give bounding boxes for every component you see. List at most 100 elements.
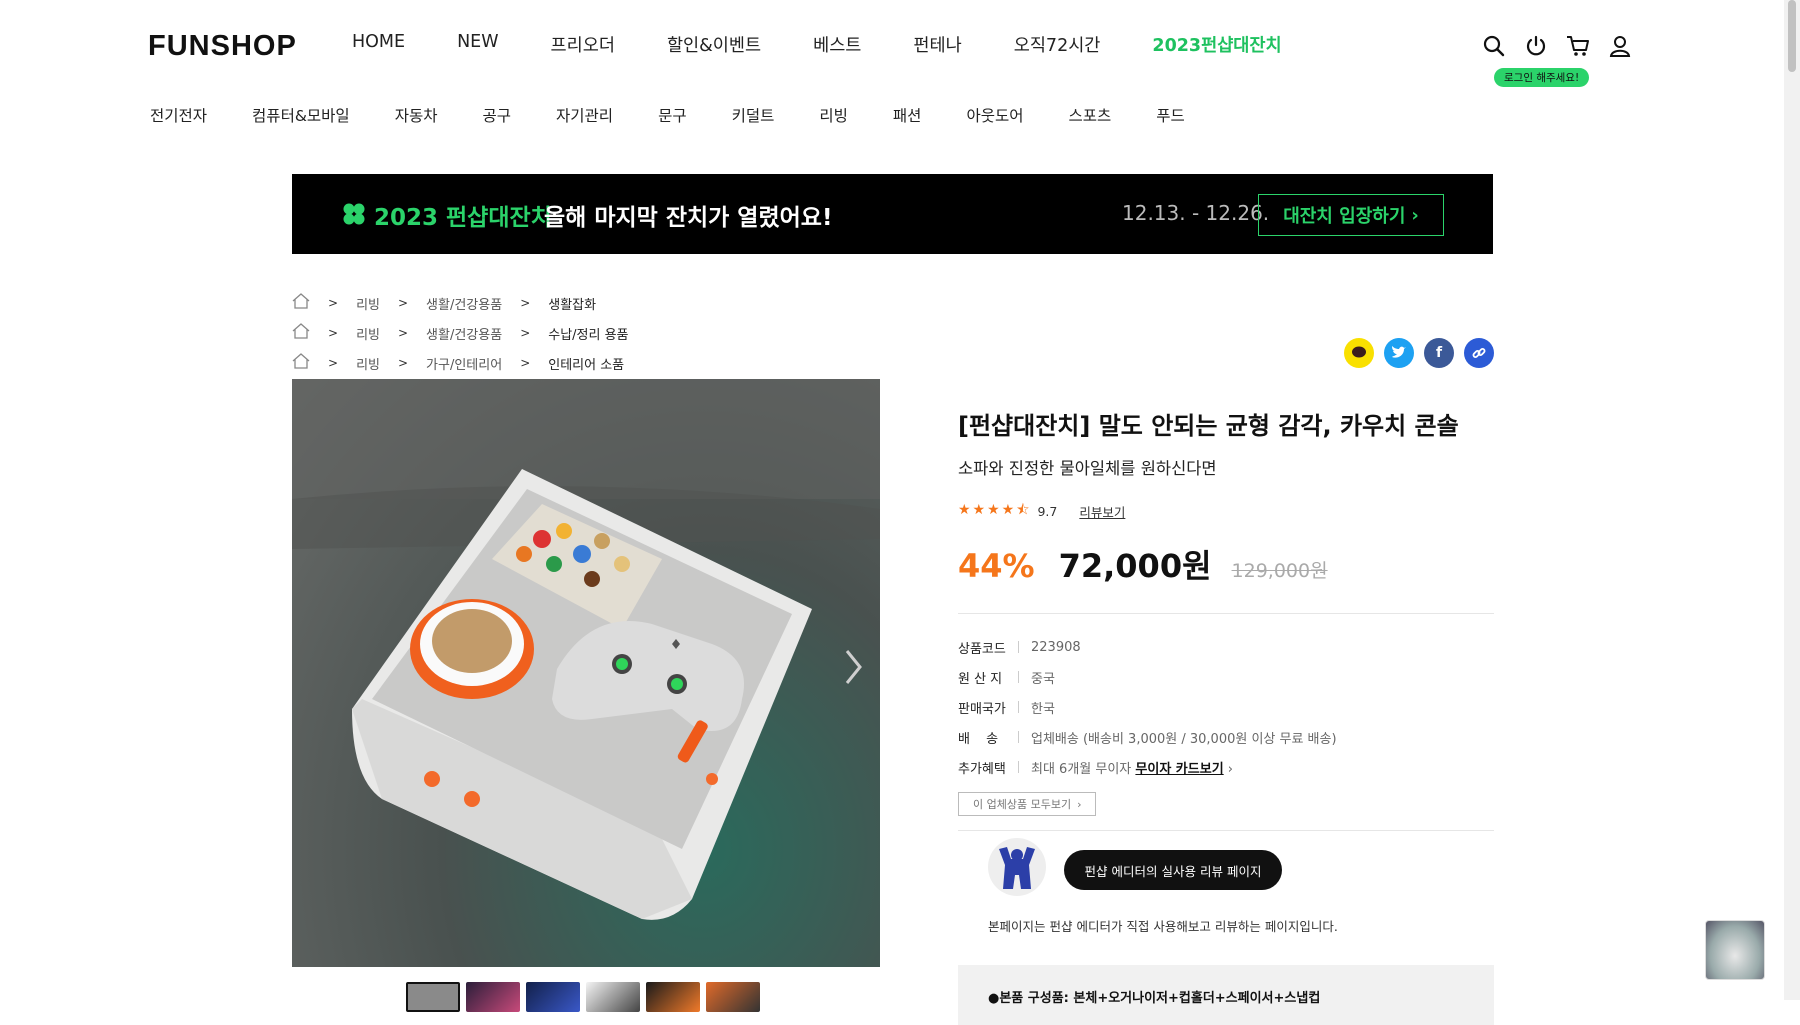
chevron-right-icon: > <box>520 326 531 340</box>
home-icon[interactable] <box>292 293 310 313</box>
login-tooltip[interactable]: 로그인 해주세요! <box>1494 68 1590 87</box>
breadcrumb-item[interactable]: 수납/정리 용품 <box>548 324 628 343</box>
spec-row: 배 송 업체배송 (배송비 3,000원 / 30,000원 이상 무료 배송) <box>958 722 1494 752</box>
vendor-all-products-button[interactable]: 이 업체상품 모두보기 › <box>958 792 1097 816</box>
event-banner[interactable]: 2023 펀샵대잔치 올해 마지막 잔치가 열렸어요! 12.13. - 12.… <box>292 174 1493 254</box>
spec-key: 원 산 지 <box>958 671 1003 687</box>
product-info: [펀샵대잔치] 말도 안되는 균형 감각, 카우치 콘솔 소파와 진정한 물아일… <box>958 406 1494 831</box>
discount-rate: 44% <box>958 547 1035 585</box>
product-main-image[interactable] <box>292 379 880 967</box>
editor-avatar <box>988 838 1046 896</box>
chevron-right-icon: › <box>1077 797 1082 811</box>
thumbnail[interactable] <box>466 982 520 1012</box>
thumbnail[interactable] <box>706 982 760 1012</box>
twitter-share-icon[interactable] <box>1384 338 1414 368</box>
chevron-right-icon: > <box>520 356 531 370</box>
spec-value: 한국 <box>1031 701 1055 717</box>
chevron-right-icon: › <box>1411 204 1419 226</box>
category-fashion[interactable]: 패션 <box>893 104 922 126</box>
logo[interactable]: FUNSHOP <box>148 30 297 63</box>
divider <box>958 613 1494 614</box>
power-icon[interactable] <box>1522 32 1550 60</box>
category-tools[interactable]: 공구 <box>482 104 511 126</box>
category-kidult[interactable]: 키덜트 <box>732 104 775 126</box>
thumbnail[interactable] <box>526 982 580 1012</box>
breadcrumb: > 리빙 > 생활/건강용품 > 생활잡화 <box>292 288 629 318</box>
main-nav: HOME NEW 프리오더 할인&이벤트 베스트 펀테나 오직72시간 2023… <box>352 32 1334 57</box>
product-composition: ●본품 구성품: 본체+오거나이저+컵홀더+스페이서+스냅컵 <box>958 965 1494 1025</box>
breadcrumb-item[interactable]: 리빙 <box>356 354 380 373</box>
price-row: 44% 72,000원 129,000원 <box>958 541 1494 587</box>
thumbnail[interactable] <box>586 982 640 1012</box>
breadcrumb-item[interactable]: 리빙 <box>356 324 380 343</box>
home-icon[interactable] <box>292 353 310 373</box>
sale-price: 72,000원 <box>1058 547 1212 585</box>
breadcrumb-item[interactable]: 생활/건강용품 <box>426 294 502 313</box>
nav-sale-event[interactable]: 할인&이벤트 <box>667 32 761 57</box>
breadcrumb-item[interactable]: 생활잡화 <box>548 294 596 313</box>
header-utilities <box>1480 32 1634 60</box>
banner-subtitle: 올해 마지막 잔치가 열렸어요! <box>544 205 833 231</box>
nav-home[interactable]: HOME <box>352 32 405 57</box>
thumbnail-strip <box>406 982 760 1012</box>
vendor-all-products-label: 이 업체상품 모두보기 <box>973 798 1072 811</box>
recent-viewed-thumbnail[interactable] <box>1705 920 1765 980</box>
editor-review-button[interactable]: 펀샵 에디터의 실사용 리뷰 페이지 <box>1064 850 1282 890</box>
breadcrumb-item[interactable]: 리빙 <box>356 294 380 313</box>
nav-best[interactable]: 베스트 <box>813 32 861 57</box>
spec-key: 판매국가 <box>958 701 1006 717</box>
scrollbar-thumb[interactable] <box>1788 0 1796 72</box>
editor-note: 본페이지는 펀샵 에디터가 직접 사용해보고 리뷰하는 페이지입니다. <box>988 919 1338 934</box>
breadcrumb-item[interactable]: 인테리어 소품 <box>548 354 624 373</box>
spec-key: 추가혜택 <box>958 761 1006 777</box>
link-copy-icon[interactable] <box>1464 338 1494 368</box>
category-living[interactable]: 리빙 <box>819 104 848 126</box>
spec-key: 상품코드 <box>958 641 1006 657</box>
chevron-right-icon: > <box>397 356 409 370</box>
banner-date: 12.13. - 12.26. <box>1122 201 1270 225</box>
rating: ★★★★⯪ 9.7 리뷰보기 <box>958 499 1494 523</box>
search-icon[interactable] <box>1480 32 1508 60</box>
festival-enter-button[interactable]: 대잔치 입장하기 › <box>1258 194 1444 236</box>
category-outdoor[interactable]: 아웃도어 <box>966 104 1023 126</box>
chevron-right-icon: > <box>328 356 339 370</box>
category-electronics[interactable]: 전기전자 <box>150 104 207 126</box>
scrollbar[interactable] <box>1784 0 1800 1000</box>
cart-icon[interactable] <box>1564 32 1592 60</box>
category-self-care[interactable]: 자기관리 <box>556 104 613 126</box>
share-buttons: f <box>1344 338 1494 368</box>
category-car[interactable]: 자동차 <box>395 104 438 126</box>
original-price: 129,000원 <box>1231 560 1328 582</box>
next-arrow-icon <box>845 650 862 684</box>
thumbnail[interactable] <box>646 982 700 1012</box>
breadcrumb-item[interactable]: 생활/건강용품 <box>426 324 502 343</box>
spec-value: 중국 <box>1031 671 1055 687</box>
category-computer-mobile[interactable]: 컴퓨터&모바일 <box>252 104 350 126</box>
product-title: [펀샵대잔치] 말도 안되는 균형 감각, 카우치 콘솔 <box>958 412 1459 440</box>
user-icon[interactable] <box>1606 32 1634 60</box>
breadcrumb-item[interactable]: 가구/인테리어 <box>426 354 502 373</box>
category-food[interactable]: 푸드 <box>1156 104 1185 126</box>
thumbnail[interactable] <box>406 982 460 1012</box>
nav-preorder[interactable]: 프리오더 <box>551 32 615 57</box>
facebook-share-icon[interactable]: f <box>1424 338 1454 368</box>
editor-review-section: 펀샵 에디터의 실사용 리뷰 페이지 <box>988 838 1282 896</box>
card-benefit-link[interactable]: 무이자 카드보기 <box>1135 762 1223 777</box>
spec-list: 상품코드 223908 원 산 지 중국 판매국가 한국 배 송 업체배송 (배… <box>958 632 1494 782</box>
nav-2023-festival[interactable]: 2023펀샵대잔치 <box>1152 32 1281 57</box>
chevron-right-icon: > <box>328 326 339 340</box>
category-stationery[interactable]: 문구 <box>658 104 687 126</box>
nav-72hours[interactable]: 오직72시간 <box>1014 32 1101 57</box>
spec-value: 업체배송 (배송비 3,000원 / 30,000원 이상 무료 배송) <box>1031 731 1337 747</box>
home-icon[interactable] <box>292 323 310 343</box>
rating-score: 9.7 <box>1037 503 1058 519</box>
chevron-right-icon: > <box>520 296 531 310</box>
review-link[interactable]: 리뷰보기 <box>1079 502 1125 521</box>
chevron-right-icon: > <box>397 296 409 310</box>
kakao-share-icon[interactable] <box>1344 338 1374 368</box>
spec-row: 상품코드 223908 <box>958 632 1494 662</box>
breadcrumb: > 리빙 > 생활/건강용품 > 수납/정리 용품 <box>292 318 629 348</box>
nav-funtenna[interactable]: 펀테나 <box>913 32 961 57</box>
nav-new[interactable]: NEW <box>457 32 498 57</box>
category-sports[interactable]: 스포츠 <box>1068 104 1111 126</box>
